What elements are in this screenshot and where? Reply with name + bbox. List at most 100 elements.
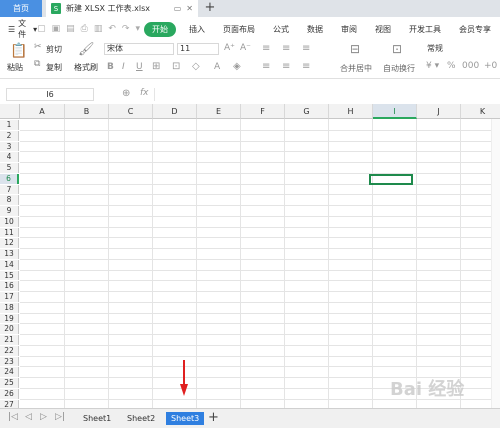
column-header-g[interactable]: G	[285, 104, 329, 119]
row-header-1[interactable]: 1	[0, 120, 19, 130]
row-header-15[interactable]: 15	[0, 270, 19, 281]
format-painter-icon[interactable]: 🖌	[78, 42, 95, 57]
open-icon[interactable]: ▣	[52, 24, 61, 34]
preview-icon[interactable]: ▥	[94, 24, 103, 34]
add-sheet-button[interactable]: +	[208, 410, 219, 425]
column-header-d[interactable]: D	[153, 104, 197, 119]
copy-button[interactable]: 复制	[46, 62, 62, 73]
bold-icon[interactable]: B	[107, 62, 114, 72]
italic-icon[interactable]: I	[122, 62, 125, 72]
merge-center-button[interactable]: 合并居中	[340, 63, 372, 74]
row-header-12[interactable]: 12	[0, 238, 19, 248]
screen-icon[interactable]: ▭	[174, 4, 182, 13]
sheet-tab-1[interactable]: Sheet1	[78, 412, 116, 425]
column-header-f[interactable]: F	[241, 104, 285, 119]
vertical-scrollbar[interactable]	[491, 119, 500, 408]
row-header-22[interactable]: 22	[0, 345, 19, 356]
column-header-h[interactable]: H	[329, 104, 373, 119]
align-left-icon[interactable]: ≡	[262, 61, 270, 72]
align-right-icon[interactable]: ≡	[302, 61, 310, 72]
column-header-k[interactable]: K	[461, 104, 500, 119]
paste-button[interactable]: 粘贴	[7, 62, 23, 73]
wrap-text-icon[interactable]: ⊡	[392, 42, 402, 56]
row-header-3[interactable]: 3	[0, 141, 19, 152]
menu-developer[interactable]: 开发工具	[400, 24, 450, 35]
sheet-tab-2[interactable]: Sheet2	[122, 412, 160, 425]
prev-sheet-icon[interactable]: ◁	[25, 412, 32, 422]
percent-icon[interactable]: %	[447, 61, 456, 71]
column-header-c[interactable]: C	[109, 104, 153, 119]
row-header-24[interactable]: 24	[0, 367, 19, 377]
scissors-icon[interactable]: ✂	[34, 42, 42, 52]
spreadsheet-grid[interactable]: ABCDEFGHIJK 1 2 3 4 5 6 7 8 9 10 11 12 13 14 15 16 17 18 1…	[0, 104, 500, 408]
menu-insert[interactable]: 插入	[180, 24, 214, 35]
align-bottom-icon[interactable]: ≡	[302, 43, 310, 54]
menu-review[interactable]: 审阅	[332, 24, 366, 35]
file-menu[interactable]: ☰ 文件 ▾	[0, 18, 37, 40]
decimal-icon[interactable]: +0	[484, 61, 497, 71]
decrease-font-icon[interactable]: A⁻	[240, 43, 251, 53]
wrap-text-button[interactable]: 自动换行	[383, 63, 415, 74]
merge-center-icon[interactable]: ⊟	[350, 42, 360, 56]
row-header-2[interactable]: 2	[0, 130, 19, 141]
format-painter-button[interactable]: 格式刷	[74, 62, 98, 73]
row-header-16[interactable]: 16	[0, 281, 19, 291]
print-icon[interactable]: ⎙	[81, 24, 88, 34]
border-icon[interactable]: ⊞	[152, 61, 160, 72]
save-icon[interactable]: ▤	[66, 24, 75, 34]
new-tab-button[interactable]: +	[203, 1, 217, 15]
clear-icon[interactable]: ◈	[233, 61, 241, 72]
row-header-4[interactable]: 4	[0, 152, 19, 162]
row-header-11[interactable]: 11	[0, 227, 19, 238]
document-tab[interactable]: S 新建 XLSX 工作表.xlsx ▭ ✕	[46, 0, 198, 17]
row-header-8[interactable]: 8	[0, 195, 19, 205]
align-top-icon[interactable]: ≡	[262, 43, 270, 54]
row-header-19[interactable]: 19	[0, 313, 19, 324]
select-all-corner[interactable]	[0, 104, 20, 119]
underline-icon[interactable]: U	[136, 62, 143, 72]
formula-input[interactable]	[154, 88, 500, 101]
active-cell[interactable]	[369, 174, 413, 185]
home-tab[interactable]: 首页	[0, 0, 42, 17]
menu-page-layout[interactable]: 页面布局	[214, 24, 264, 35]
increase-font-icon[interactable]: A⁺	[224, 43, 235, 53]
row-header-17[interactable]: 17	[0, 292, 19, 302]
column-header-j[interactable]: J	[417, 104, 461, 119]
menu-start[interactable]: 开始	[144, 21, 176, 37]
last-sheet-icon[interactable]: ▷|	[55, 412, 65, 422]
font-color-icon[interactable]: A	[214, 62, 220, 72]
row-header-25[interactable]: 25	[0, 378, 19, 388]
paste-icon[interactable]: 📋	[10, 43, 27, 59]
row-header-21[interactable]: 21	[0, 335, 19, 345]
row-header-20[interactable]: 20	[0, 324, 19, 334]
copy-icon[interactable]: ⧉	[34, 59, 40, 69]
row-header-5[interactable]: 5	[0, 163, 19, 173]
new-doc-icon[interactable]: ▢	[37, 24, 46, 34]
row-header-14[interactable]: 14	[0, 259, 19, 270]
close-tab-icon[interactable]: ✕	[186, 4, 193, 13]
menu-member[interactable]: 会员专享	[450, 24, 500, 35]
align-center-icon[interactable]: ≡	[282, 61, 290, 72]
merge-border-icon[interactable]: ⊡	[172, 61, 180, 72]
column-header-b[interactable]: B	[65, 104, 109, 119]
fill-color-icon[interactable]: ◇	[192, 61, 200, 72]
column-header-a[interactable]: A	[20, 104, 65, 119]
undo-icon[interactable]: ↶	[108, 24, 116, 34]
font-name-select[interactable]: 宋体	[104, 43, 174, 55]
zoom-icon[interactable]: ⊕	[122, 88, 130, 99]
first-sheet-icon[interactable]: |◁	[8, 412, 18, 422]
fx-icon[interactable]: fx	[140, 88, 149, 98]
thousands-icon[interactable]: 000	[462, 61, 479, 71]
cut-button[interactable]: 剪切	[46, 44, 62, 55]
menu-formula[interactable]: 公式	[264, 24, 298, 35]
row-header-26[interactable]: 26	[0, 388, 19, 399]
align-middle-icon[interactable]: ≡	[282, 43, 290, 54]
row-header-18[interactable]: 18	[0, 302, 19, 313]
more-icon[interactable]: ▾	[135, 24, 140, 34]
currency-icon[interactable]: ¥ ▾	[426, 61, 439, 71]
row-header-6[interactable]: 6	[0, 173, 19, 184]
row-header-9[interactable]: 9	[0, 206, 19, 216]
row-header-27[interactable]: 27	[0, 399, 19, 408]
menu-view[interactable]: 视图	[366, 24, 400, 35]
row-header-13[interactable]: 13	[0, 249, 19, 259]
